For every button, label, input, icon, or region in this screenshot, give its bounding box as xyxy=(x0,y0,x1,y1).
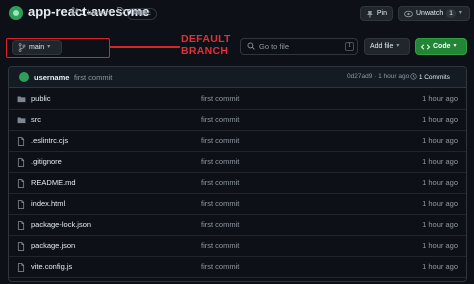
file-name[interactable]: public xyxy=(31,94,51,103)
file-icon xyxy=(17,221,25,232)
commit-hash[interactable]: 0d27ad9 xyxy=(347,73,372,80)
latest-commit-bar: username first commit 0d27ad9 · 1 hour a… xyxy=(9,67,466,88)
file-icon xyxy=(17,242,25,253)
folder-icon xyxy=(17,95,26,105)
pin-label: Pin xyxy=(376,10,387,17)
file-commit-message[interactable]: first commit xyxy=(201,220,239,229)
code-icon xyxy=(421,43,430,50)
pin-button[interactable]: Pin xyxy=(360,6,393,21)
file-commit-time: 1 hour ago xyxy=(422,178,458,187)
separator: · xyxy=(374,73,377,80)
table-row[interactable]: .eslintrc.cjs first commit 1 hour ago xyxy=(9,131,466,152)
default-branch-highlight xyxy=(6,38,110,58)
file-commit-time: 1 hour ago xyxy=(422,262,458,271)
file-commit-time: 1 hour ago xyxy=(422,94,458,103)
file-commit-time: 1 hour ago xyxy=(422,199,458,208)
branches-link[interactable]: 1 branch xyxy=(71,7,110,17)
file-commit-message[interactable]: first commit xyxy=(201,115,239,124)
file-list: username first commit 0d27ad9 · 1 hour a… xyxy=(8,66,467,282)
folder-icon xyxy=(17,116,26,126)
pin-icon xyxy=(366,10,373,18)
go-to-file-input[interactable]: Go to file xyxy=(240,38,358,55)
commit-message[interactable]: first commit xyxy=(74,73,112,82)
table-row[interactable]: .gitignore first commit 1 hour ago xyxy=(9,152,466,173)
watch-count: 1 xyxy=(446,9,456,18)
tags-link[interactable]: 0 tags xyxy=(117,7,148,16)
file-commit-time: 1 hour ago xyxy=(422,157,458,166)
table-row[interactable]: public first commit 1 hour ago xyxy=(9,89,466,110)
table-row[interactable]: vite.config.js first commit 1 hour ago xyxy=(9,257,466,278)
add-file-button[interactable]: Add file ▾ xyxy=(364,38,410,55)
add-file-label: Add file xyxy=(370,43,394,50)
file-commit-time: 1 hour ago xyxy=(422,115,458,124)
eye-icon xyxy=(404,10,413,17)
unwatch-label: Unwatch xyxy=(416,10,444,17)
keyboard-shortcut-hint: t xyxy=(345,42,354,51)
repo-owner-avatar[interactable] xyxy=(9,6,23,20)
table-row[interactable]: README.md first commit 1 hour ago xyxy=(9,173,466,194)
file-icon xyxy=(17,200,25,211)
branch-count: 1 xyxy=(81,8,86,17)
chevron-down-icon: ▾ xyxy=(453,43,457,49)
file-commit-message[interactable]: first commit xyxy=(201,157,239,166)
git-branch-icon xyxy=(71,7,79,16)
file-name[interactable]: package-lock.json xyxy=(31,220,91,229)
commit-author[interactable]: username xyxy=(34,73,69,82)
file-name[interactable]: package.json xyxy=(31,241,75,250)
table-row[interactable]: package.json first commit 1 hour ago xyxy=(9,236,466,257)
file-icon xyxy=(17,137,25,148)
branch-word: branch xyxy=(87,8,111,17)
file-commit-message[interactable]: first commit xyxy=(201,94,239,103)
commit-hash-time: 0d27ad9 · 1 hour ago xyxy=(347,73,409,80)
unwatch-button[interactable]: Unwatch 1 ▾ xyxy=(398,6,470,21)
annotation-line1: DEFAULT xyxy=(181,33,231,45)
chevron-down-icon: ▾ xyxy=(396,43,400,49)
annotation-line2: BRANCH xyxy=(181,45,229,57)
file-commit-message[interactable]: first commit xyxy=(201,178,239,187)
table-row[interactable]: index.html first commit 1 hour ago xyxy=(9,194,466,215)
search-icon xyxy=(247,42,255,50)
chevron-down-icon: ▾ xyxy=(458,10,462,16)
tags-count: 0 xyxy=(127,7,132,16)
commits-link[interactable]: 1 Commits xyxy=(410,73,450,81)
file-commit-time: 1 hour ago xyxy=(422,220,458,229)
annotation-label: DEFAULT BRANCH xyxy=(181,33,231,57)
tags-word: tags xyxy=(133,7,148,16)
file-name[interactable]: README.md xyxy=(31,178,76,187)
tag-icon xyxy=(117,7,125,15)
commits-count: 1 Commits xyxy=(418,74,450,81)
table-row[interactable]: package-lock.json first commit 1 hour ago xyxy=(9,215,466,236)
code-label: Code xyxy=(433,43,451,50)
file-commit-message[interactable]: first commit xyxy=(201,199,239,208)
file-icon xyxy=(17,158,25,169)
table-row[interactable]: src first commit 1 hour ago xyxy=(9,110,466,131)
file-commit-time: 1 hour ago xyxy=(422,241,458,250)
file-name[interactable]: vite.config.js xyxy=(31,262,72,271)
file-commit-time: 1 hour ago xyxy=(422,136,458,145)
file-icon xyxy=(17,179,25,190)
file-name[interactable]: index.html xyxy=(31,199,65,208)
code-button[interactable]: Code ▾ xyxy=(415,38,467,55)
history-icon xyxy=(410,73,417,80)
file-commit-message[interactable]: first commit xyxy=(201,241,239,250)
file-name[interactable]: .eslintrc.cjs xyxy=(31,136,68,145)
file-name[interactable]: src xyxy=(31,115,41,124)
file-icon xyxy=(17,263,25,274)
annotation-line xyxy=(110,46,180,48)
search-placeholder: Go to file xyxy=(259,42,290,51)
avatar[interactable] xyxy=(19,72,29,82)
file-commit-message[interactable]: first commit xyxy=(201,136,239,145)
file-name[interactable]: .gitignore xyxy=(31,157,62,166)
commit-time: 1 hour ago xyxy=(378,73,410,80)
file-commit-message[interactable]: first commit xyxy=(201,262,239,271)
